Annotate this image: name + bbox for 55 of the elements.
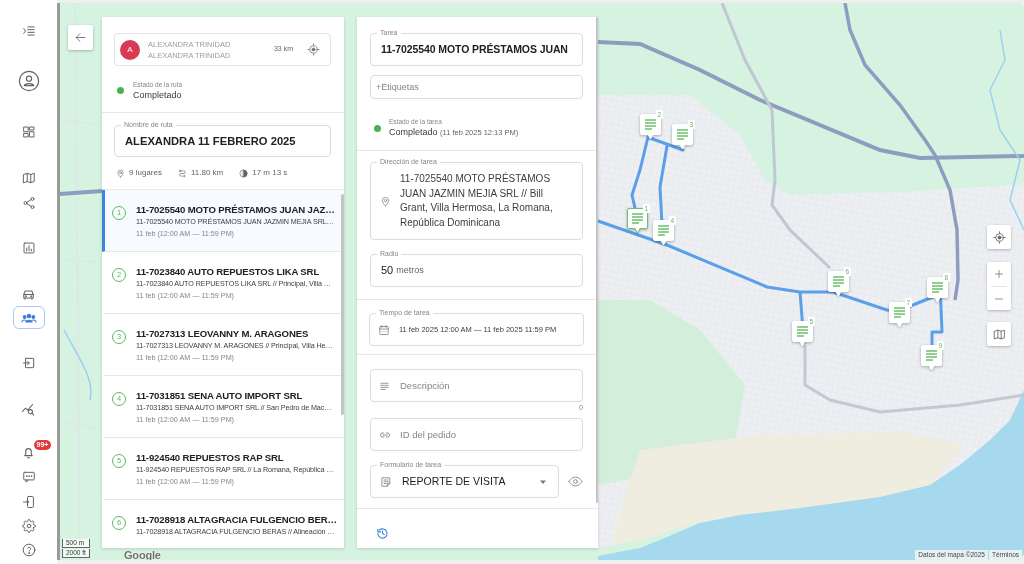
task-title: 11-7028918 ALTAGRACIA FULGENCIO BER… bbox=[136, 513, 337, 526]
route-icon bbox=[177, 168, 187, 178]
chart-search-icon bbox=[21, 401, 36, 417]
dashboard-icon bbox=[21, 125, 36, 139]
plus-icon bbox=[993, 268, 1005, 280]
share-icon bbox=[21, 196, 36, 210]
notes-icon bbox=[925, 350, 938, 361]
tags-input[interactable]: +Etiquetas bbox=[370, 75, 583, 99]
task-title: 11-7027313 LEOVANNY M. ARAGONES bbox=[136, 327, 310, 340]
map-icon bbox=[992, 327, 1006, 341]
locate-icon bbox=[992, 230, 1006, 244]
phone-arrow-icon bbox=[21, 495, 36, 509]
history-icon[interactable] bbox=[376, 527, 389, 541]
calendar-icon bbox=[378, 323, 390, 336]
sidebar-button[interactable] bbox=[12, 306, 45, 329]
timer-icon bbox=[239, 168, 249, 178]
back-button[interactable] bbox=[68, 25, 93, 50]
notes-icon bbox=[631, 213, 644, 224]
notes-icon bbox=[931, 282, 944, 293]
route-stat: 17 m 13 s bbox=[252, 167, 288, 179]
locate-icon[interactable] bbox=[307, 43, 320, 56]
pin-icon bbox=[116, 168, 125, 178]
notes-icon bbox=[676, 129, 689, 140]
order-id-field[interactable]: ID del pedido bbox=[370, 418, 583, 451]
help-icon bbox=[21, 543, 36, 557]
task-title: 11-7025540 MOTO PRÉSTAMOS JUAN JAZ… bbox=[136, 203, 335, 216]
account-icon bbox=[17, 70, 40, 92]
task-title: 11-7023840 AUTO REPUESTOS LIKA SRL bbox=[136, 265, 321, 278]
notes-icon bbox=[379, 380, 390, 391]
chat-icon bbox=[21, 470, 36, 484]
notes-icon bbox=[893, 307, 906, 318]
menu-collapse-icon bbox=[21, 24, 36, 38]
task-title: 11-7031851 SENA AUTO IMPORT SRL bbox=[136, 389, 304, 402]
status-dot-icon bbox=[374, 124, 381, 132]
map-icon bbox=[21, 171, 36, 185]
pin-icon bbox=[380, 195, 391, 207]
notes-icon bbox=[796, 326, 809, 337]
map-type-button[interactable] bbox=[987, 322, 1011, 346]
form-icon bbox=[380, 475, 392, 488]
eye-icon[interactable] bbox=[568, 474, 583, 489]
notes-icon bbox=[832, 276, 845, 287]
task-title: 11-924540 REPUESTOS RAP SRL bbox=[136, 451, 285, 464]
avatar: A bbox=[120, 39, 140, 60]
status-dot-icon bbox=[117, 87, 124, 94]
route-stat: 9 lugares bbox=[129, 167, 162, 179]
notes-icon bbox=[657, 225, 670, 236]
description-field[interactable]: Descripción bbox=[370, 369, 583, 402]
locate-button[interactable] bbox=[987, 225, 1011, 249]
route-stat: 11.80 km bbox=[190, 167, 224, 179]
route-status: Completado bbox=[133, 89, 183, 101]
bar-chart-icon bbox=[21, 241, 36, 255]
settings-icon bbox=[21, 519, 36, 533]
notes-icon bbox=[644, 119, 657, 130]
back-arrow-icon bbox=[74, 31, 87, 44]
login-icon bbox=[21, 356, 36, 370]
